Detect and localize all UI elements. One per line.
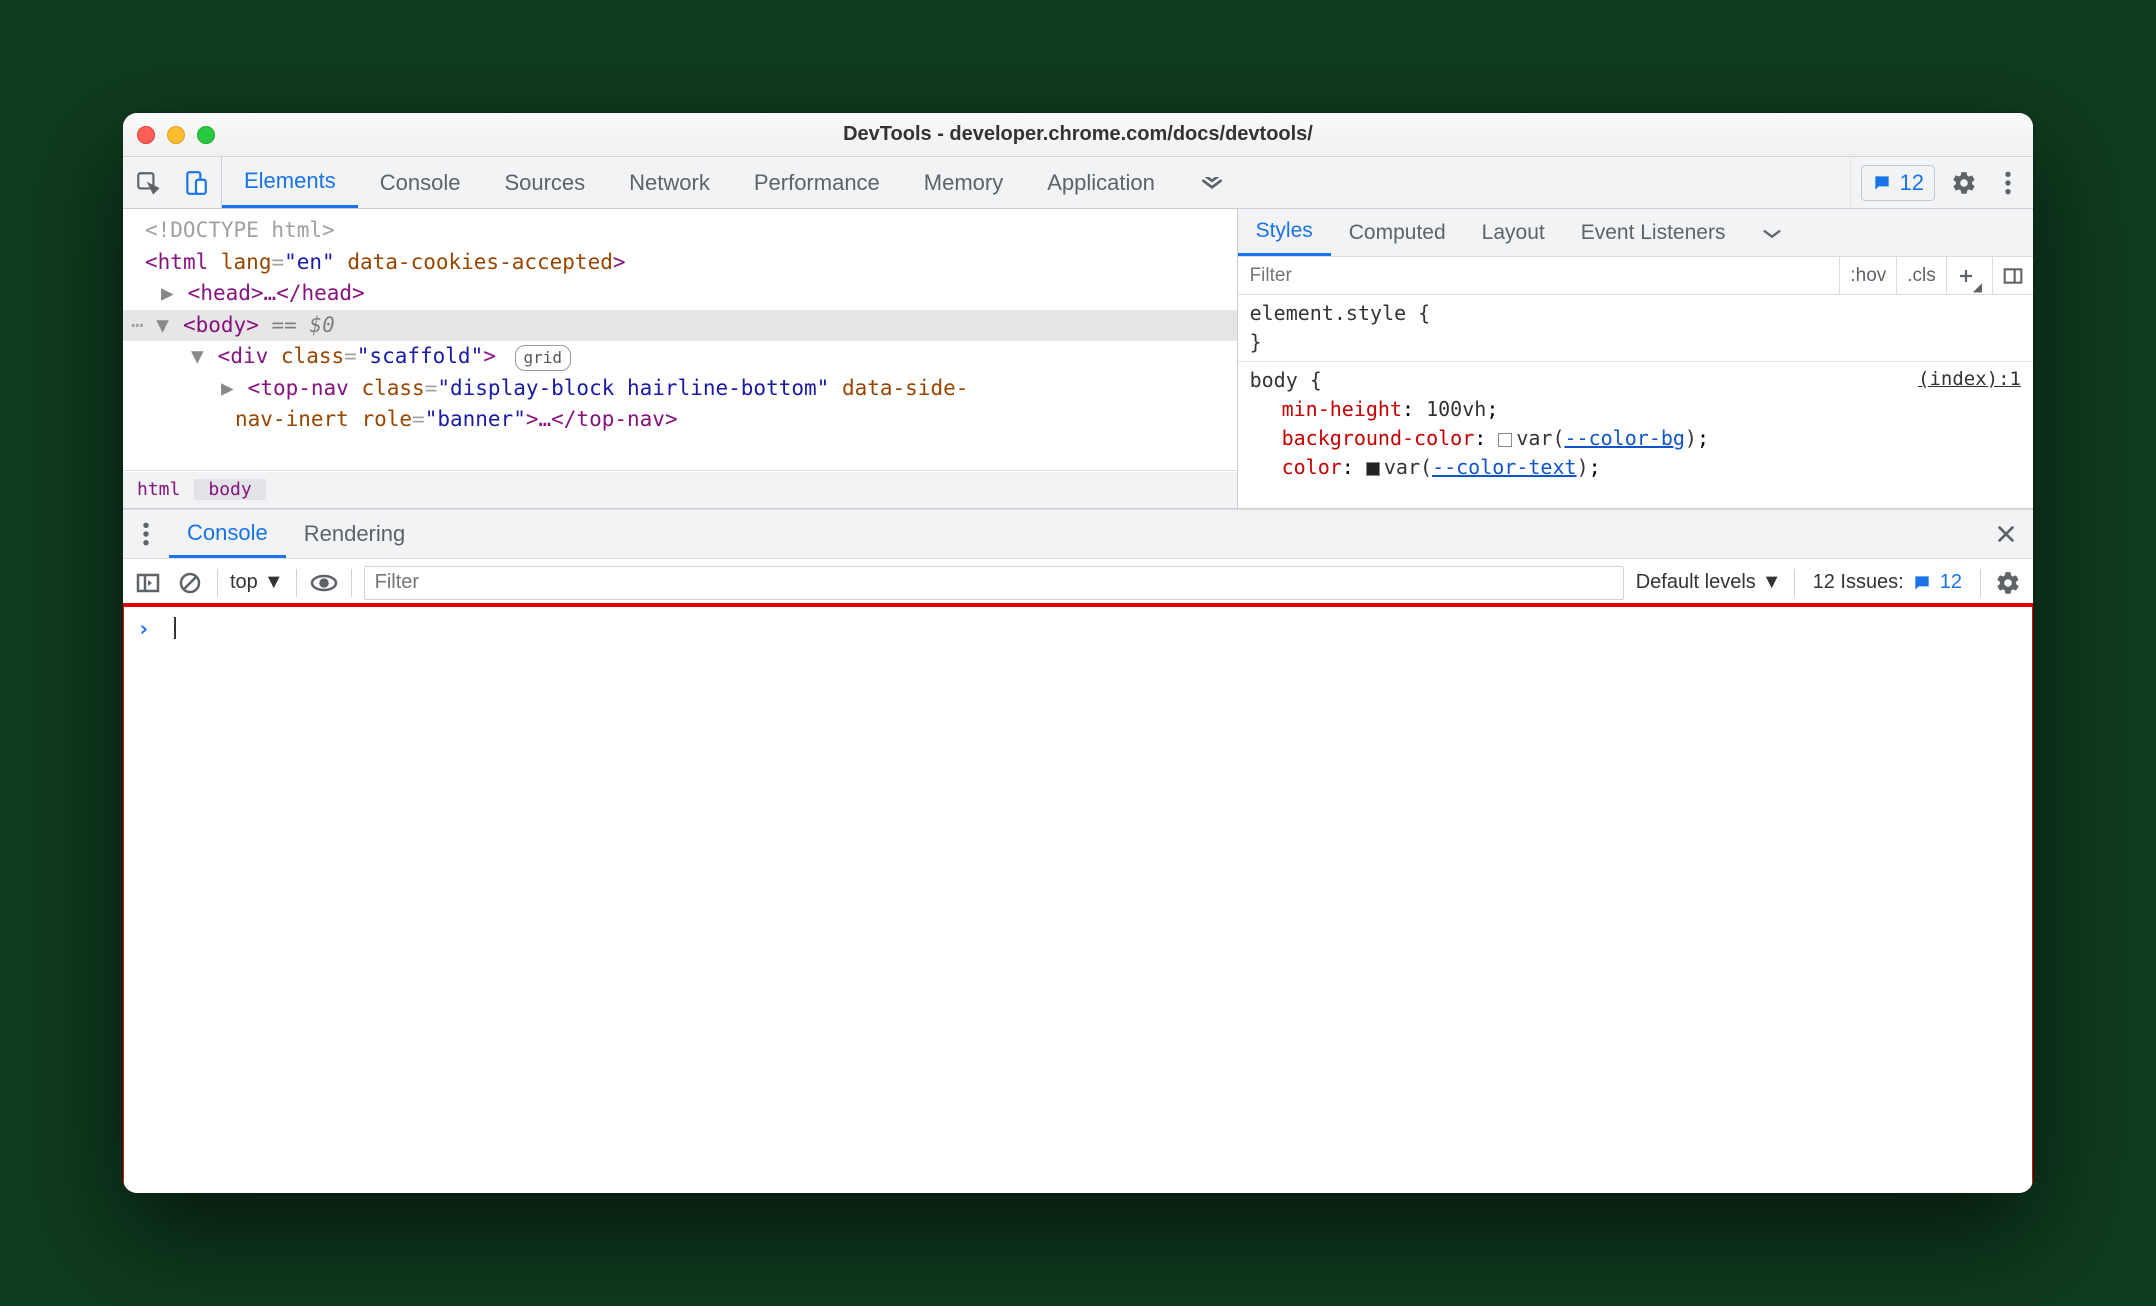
drawer-close-icon[interactable] bbox=[1979, 510, 2033, 558]
inspect-element-icon[interactable] bbox=[133, 170, 163, 196]
clear-console-icon[interactable] bbox=[175, 571, 205, 595]
dom-node[interactable]: ▼ <div class="scaffold"> grid bbox=[131, 341, 1229, 373]
dom-node[interactable]: nav-inert role="banner">…</top-nav> bbox=[131, 404, 1229, 436]
dom-node[interactable]: ▶ <head>…</head> bbox=[131, 278, 1229, 310]
dom-node-selected[interactable]: ⋯ ▼ <body> == $0 bbox=[123, 310, 1237, 342]
styles-filter-input[interactable] bbox=[1238, 257, 1840, 294]
chevron-down-icon: ▼ bbox=[1762, 571, 1782, 594]
console-body[interactable]: › bbox=[123, 607, 2033, 1193]
toggle-hov-button[interactable]: :hov bbox=[1839, 257, 1896, 294]
style-rule-element[interactable]: element.style { } bbox=[1238, 295, 2033, 362]
divider bbox=[351, 569, 352, 597]
color-swatch[interactable] bbox=[1366, 462, 1380, 476]
devtools-window: DevTools - developer.chrome.com/docs/dev… bbox=[123, 113, 2033, 1193]
console-prompt-icon: › bbox=[137, 617, 150, 642]
breadcrumb-item-selected[interactable]: body bbox=[194, 479, 265, 500]
window-title: DevTools - developer.chrome.com/docs/dev… bbox=[123, 123, 2033, 146]
dom-node[interactable]: <!DOCTYPE html> bbox=[131, 215, 1229, 247]
dom-tree[interactable]: <!DOCTYPE html> <html lang="en" data-coo… bbox=[123, 209, 1237, 470]
dom-node[interactable]: <html lang="en" data-cookies-accepted> bbox=[131, 247, 1229, 279]
main-tabs: Elements Console Sources Network Perform… bbox=[222, 157, 1850, 208]
dom-node[interactable]: ▶ <top-nav class="display-block hairline… bbox=[131, 373, 1229, 405]
toolbar-left bbox=[123, 157, 222, 208]
console-sidebar-toggle-icon[interactable] bbox=[133, 572, 163, 594]
console-settings-icon[interactable] bbox=[1993, 570, 2023, 596]
styles-rules[interactable]: element.style { } (index):1 body { min-h… bbox=[1238, 295, 2033, 508]
chevron-down-icon: ▼ bbox=[264, 571, 284, 594]
close-window-button[interactable] bbox=[137, 126, 155, 144]
divider bbox=[217, 569, 218, 597]
tab-console[interactable]: Console bbox=[358, 157, 483, 208]
issues-badge[interactable]: 12 bbox=[1861, 165, 1935, 201]
live-expression-icon[interactable] bbox=[309, 573, 339, 593]
computed-styles-sidebar-icon[interactable] bbox=[1992, 257, 2033, 294]
styles-tab-computed[interactable]: Computed bbox=[1331, 209, 1464, 256]
kebab-menu-icon[interactable] bbox=[1993, 170, 2023, 196]
toolbar-right: 12 bbox=[1850, 157, 2033, 208]
console-filter-input[interactable] bbox=[364, 566, 1624, 600]
issues-count: 12 bbox=[1900, 170, 1924, 196]
divider bbox=[1794, 569, 1795, 597]
styles-tabs: Styles Computed Layout Event Listeners bbox=[1238, 209, 2033, 257]
color-swatch[interactable] bbox=[1498, 433, 1512, 447]
drawer-kebab-icon[interactable] bbox=[131, 521, 161, 547]
elements-split: <!DOCTYPE html> <html lang="en" data-coo… bbox=[123, 209, 2033, 509]
styles-tab-layout[interactable]: Layout bbox=[1464, 209, 1563, 256]
styles-tab-event[interactable]: Event Listeners bbox=[1563, 209, 1744, 256]
breadcrumb-item[interactable]: html bbox=[123, 479, 194, 500]
console-issues-link[interactable]: 12 Issues: 12 bbox=[1807, 571, 1968, 594]
log-levels-select[interactable]: Default levels ▼ bbox=[1636, 571, 1782, 594]
tab-elements[interactable]: Elements bbox=[222, 157, 358, 208]
console-cursor bbox=[174, 617, 176, 639]
execution-context-select[interactable]: top ▼ bbox=[230, 571, 284, 594]
styles-tabs-overflow-icon[interactable] bbox=[1743, 209, 1801, 256]
tab-performance[interactable]: Performance bbox=[732, 157, 902, 208]
drawer-tabs: Console Rendering bbox=[123, 509, 2033, 559]
styles-tab-styles[interactable]: Styles bbox=[1238, 209, 1331, 256]
style-rule-body[interactable]: (index):1 body { min-height: 100vh; back… bbox=[1238, 362, 2033, 486]
tab-memory[interactable]: Memory bbox=[902, 157, 1025, 208]
tab-application[interactable]: Application bbox=[1025, 157, 1177, 208]
divider bbox=[1980, 569, 1981, 597]
styles-filter-row: :hov .cls ◢ bbox=[1238, 257, 2033, 295]
breadcrumbs: html body bbox=[123, 470, 1237, 508]
traffic-lights bbox=[137, 126, 215, 144]
main-toolbar: Elements Console Sources Network Perform… bbox=[123, 157, 2033, 209]
console-toolbar: top ▼ Default levels ▼ 12 Issues: 12 bbox=[123, 559, 2033, 607]
settings-icon[interactable] bbox=[1949, 170, 1979, 196]
tabs-overflow-icon[interactable] bbox=[1177, 157, 1247, 208]
toggle-cls-button[interactable]: .cls bbox=[1896, 257, 1946, 294]
dom-pane: <!DOCTYPE html> <html lang="en" data-coo… bbox=[123, 209, 1238, 508]
device-toolbar-icon[interactable] bbox=[181, 170, 211, 196]
drawer: Console Rendering top ▼ bbox=[123, 509, 2033, 1193]
drawer-tab-console[interactable]: Console bbox=[169, 510, 286, 558]
styles-pane: Styles Computed Layout Event Listeners :… bbox=[1238, 209, 2033, 508]
rule-origin-link[interactable]: (index):1 bbox=[1918, 366, 2021, 394]
tab-sources[interactable]: Sources bbox=[482, 157, 607, 208]
titlebar: DevTools - developer.chrome.com/docs/dev… bbox=[123, 113, 2033, 157]
tab-network[interactable]: Network bbox=[607, 157, 732, 208]
zoom-window-button[interactable] bbox=[197, 126, 215, 144]
new-style-rule-icon[interactable]: ◢ bbox=[1946, 257, 1992, 294]
divider bbox=[296, 569, 297, 597]
layout-badge-grid[interactable]: grid bbox=[515, 345, 572, 371]
minimize-window-button[interactable] bbox=[167, 126, 185, 144]
drawer-tab-rendering[interactable]: Rendering bbox=[286, 510, 424, 558]
